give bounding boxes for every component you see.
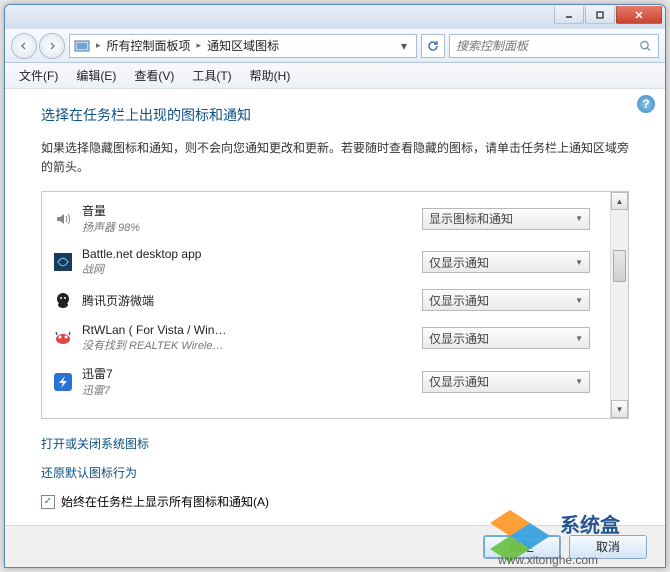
always-show-checkbox[interactable]: ✓	[41, 495, 55, 509]
mode-select[interactable]: 仅显示通知▼	[422, 327, 590, 349]
speaker-icon	[54, 210, 72, 228]
breadcrumb-current[interactable]: 通知区域图标	[207, 37, 279, 54]
mode-select[interactable]: 仅显示通知▼	[422, 371, 590, 393]
control-panel-icon	[74, 38, 90, 54]
list-row-battlenet: Battle.net desktop app 战网 仅显示通知▼	[42, 241, 610, 283]
realtek-icon	[54, 329, 72, 347]
always-show-checkbox-row: ✓ 始终在任务栏上显示所有图标和通知(A)	[41, 493, 629, 510]
row-sub: 迅雷7	[82, 382, 412, 398]
cancel-button[interactable]: 取消	[569, 535, 647, 559]
battlenet-icon	[54, 253, 72, 271]
titlebar	[5, 5, 665, 29]
address-dropdown-icon[interactable]: ▾	[396, 39, 412, 53]
content-area: ? 选择在任务栏上出现的图标和通知 如果选择隐藏图标和通知，则不会向您通知更改和…	[5, 89, 665, 525]
scroll-up-button[interactable]: ▲	[611, 192, 628, 210]
search-box[interactable]	[449, 34, 659, 58]
scroll-down-button[interactable]: ▼	[611, 400, 628, 418]
chevron-right-icon: ▸	[197, 40, 202, 51]
link-restore-defaults[interactable]: 还原默认图标行为	[41, 464, 629, 481]
icon-list-panel: 音量 扬声器 98% 显示图标和通知▼ Battle.net desktop a…	[41, 191, 629, 419]
refresh-button[interactable]	[421, 34, 445, 58]
search-input[interactable]	[456, 39, 635, 53]
breadcrumb-root[interactable]: 所有控制面板项	[107, 37, 191, 54]
menu-bar: 文件(F) 编辑(E) 查看(V) 工具(T) 帮助(H)	[5, 63, 665, 89]
minimize-button[interactable]	[554, 6, 584, 24]
chevron-down-icon: ▼	[575, 214, 583, 223]
menu-edit[interactable]: 编辑(E)	[68, 63, 124, 88]
list-row-tencent: 腾讯页游微端 仅显示通知▼	[42, 283, 610, 317]
tencent-icon	[54, 291, 72, 309]
maximize-button[interactable]	[585, 6, 615, 24]
list-row-volume: 音量 扬声器 98% 显示图标和通知▼	[42, 196, 610, 241]
close-button[interactable]	[616, 6, 662, 24]
dialog-footer: 确定 取消	[5, 525, 665, 567]
chevron-down-icon: ▼	[575, 258, 583, 267]
xunlei-icon	[54, 373, 72, 391]
scroll-thumb[interactable]	[613, 250, 626, 282]
row-title: RtWLan ( For Vista / Win…	[82, 323, 412, 337]
ok-button[interactable]: 确定	[483, 535, 561, 559]
page-heading: 选择在任务栏上出现的图标和通知	[41, 105, 629, 125]
checkbox-label: 始终在任务栏上显示所有图标和通知(A)	[61, 493, 269, 510]
scrollbar[interactable]: ▲ ▼	[610, 192, 628, 418]
row-sub: 没有找到 REALTEK Wirele…	[82, 337, 412, 353]
row-title: 迅雷7	[82, 365, 412, 382]
row-sub: 扬声器 98%	[82, 219, 412, 235]
menu-tools[interactable]: 工具(T)	[184, 63, 239, 88]
row-title: Battle.net desktop app	[82, 247, 412, 261]
chevron-right-icon: ▸	[96, 40, 101, 51]
nav-back-button[interactable]	[11, 33, 37, 59]
chevron-down-icon: ▼	[575, 334, 583, 343]
mode-select[interactable]: 显示图标和通知▼	[422, 208, 590, 230]
nav-forward-button[interactable]	[39, 33, 65, 59]
menu-help[interactable]: 帮助(H)	[242, 63, 299, 88]
mode-select[interactable]: 仅显示通知▼	[422, 251, 590, 273]
nav-bar: ▸ 所有控制面板项 ▸ 通知区域图标 ▾	[5, 29, 665, 63]
menu-view[interactable]: 查看(V)	[126, 63, 182, 88]
page-description: 如果选择隐藏图标和通知，则不会向您通知更改和更新。若要随时查看隐藏的图标，请单击…	[41, 139, 629, 177]
control-panel-window: ▸ 所有控制面板项 ▸ 通知区域图标 ▾ 文件(F) 编辑(E) 查看(V) 工…	[4, 4, 666, 568]
icon-list: 音量 扬声器 98% 显示图标和通知▼ Battle.net desktop a…	[42, 192, 610, 418]
row-title: 音量	[82, 202, 412, 219]
menu-file[interactable]: 文件(F)	[11, 63, 66, 88]
chevron-down-icon: ▼	[575, 296, 583, 305]
chevron-down-icon: ▼	[575, 377, 583, 386]
mode-select[interactable]: 仅显示通知▼	[422, 289, 590, 311]
list-row-xunlei: 迅雷7 迅雷7 仅显示通知▼	[42, 359, 610, 404]
row-sub: 战网	[82, 261, 412, 277]
list-row-rtwlan: RtWLan ( For Vista / Win… 没有找到 REALTEK W…	[42, 317, 610, 359]
help-icon[interactable]: ?	[637, 95, 655, 113]
link-system-icons[interactable]: 打开或关闭系统图标	[41, 435, 629, 452]
search-icon	[639, 39, 652, 53]
row-title: 腾讯页游微端	[82, 292, 412, 309]
address-bar[interactable]: ▸ 所有控制面板项 ▸ 通知区域图标 ▾	[69, 34, 417, 58]
